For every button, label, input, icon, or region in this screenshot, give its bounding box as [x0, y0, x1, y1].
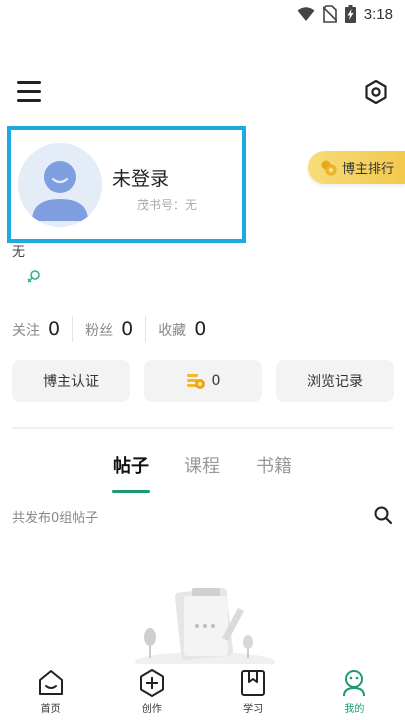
nav-label: 首页 [40, 704, 61, 715]
stat-label: 收藏 [158, 323, 187, 339]
stat-value: 0 [48, 318, 61, 340]
blogger-certify-button[interactable]: 博主认证 [12, 360, 130, 402]
stat-following[interactable]: 关注 0 [12, 318, 72, 340]
section-divider [12, 427, 393, 429]
default-avatar-icon [32, 161, 88, 221]
stat-divider [72, 316, 74, 342]
nav-label: 学习 [243, 704, 264, 715]
profile-card[interactable]: 未登录 茂书号：无 [7, 126, 246, 243]
nav-home[interactable]: 首页 [11, 664, 91, 720]
avatar[interactable] [18, 143, 102, 227]
rank-medal-icon [321, 160, 337, 175]
gender-tag-icon [27, 270, 40, 283]
search-icon[interactable] [373, 505, 393, 525]
stat-label: 关注 [12, 323, 40, 339]
battery-charging-icon [344, 5, 356, 23]
create-plus-icon [139, 669, 164, 697]
browse-history-button[interactable]: 浏览记录 [276, 360, 394, 402]
nav-mine[interactable]: 我的 [314, 664, 394, 720]
rank-button-label: 博主排行 [342, 162, 395, 177]
profile-id: 茂书号：无 [137, 198, 198, 212]
nav-label: 我的 [344, 704, 365, 715]
profile-name[interactable]: 未登录 [112, 164, 169, 191]
empty-state-illustration [135, 587, 275, 665]
bio-text: 无 [12, 245, 26, 260]
stat-value: 0 [194, 318, 207, 340]
tab-indicator [112, 490, 150, 493]
stats-row: 关注 0 粉丝 0 收藏 0 [12, 315, 218, 343]
nav-label: 创作 [141, 704, 162, 715]
tab-books[interactable]: 书籍 [256, 452, 292, 478]
post-count-text: 共发布0组帖子 [12, 511, 99, 526]
certify-label: 博主认证 [43, 374, 99, 390]
stat-label: 粉丝 [85, 323, 114, 339]
bookmark-book-icon [241, 670, 266, 696]
profile-face-icon [343, 670, 366, 697]
home-icon [38, 670, 63, 695]
no-sim-icon [322, 5, 337, 23]
coins-value: 0 [211, 373, 221, 389]
stat-value: 0 [121, 318, 134, 340]
coins-icon [186, 374, 205, 389]
blogger-rank-button[interactable]: 博主排行 [308, 151, 405, 184]
wifi-icon [297, 7, 315, 21]
tab-courses[interactable]: 课程 [184, 452, 220, 478]
status-icons: 3:18 [297, 4, 393, 24]
bottom-nav: 首页 创作 学习 我的 [0, 664, 405, 720]
history-label: 浏览记录 [307, 374, 363, 390]
coins-button[interactable]: 0 [144, 360, 262, 402]
nav-create[interactable]: 创作 [112, 664, 192, 720]
status-time: 3:18 [363, 5, 393, 23]
stat-fans[interactable]: 粉丝 0 [85, 318, 145, 340]
nav-learn[interactable]: 学习 [213, 664, 293, 720]
hexagon-settings-icon[interactable] [363, 79, 389, 105]
stat-divider [145, 316, 147, 342]
status-bar: 3:18 [0, 0, 405, 28]
stat-favorites[interactable]: 收藏 0 [158, 318, 218, 340]
hamburger-menu-icon[interactable] [16, 78, 42, 104]
tab-posts[interactable]: 帖子 [113, 452, 149, 478]
